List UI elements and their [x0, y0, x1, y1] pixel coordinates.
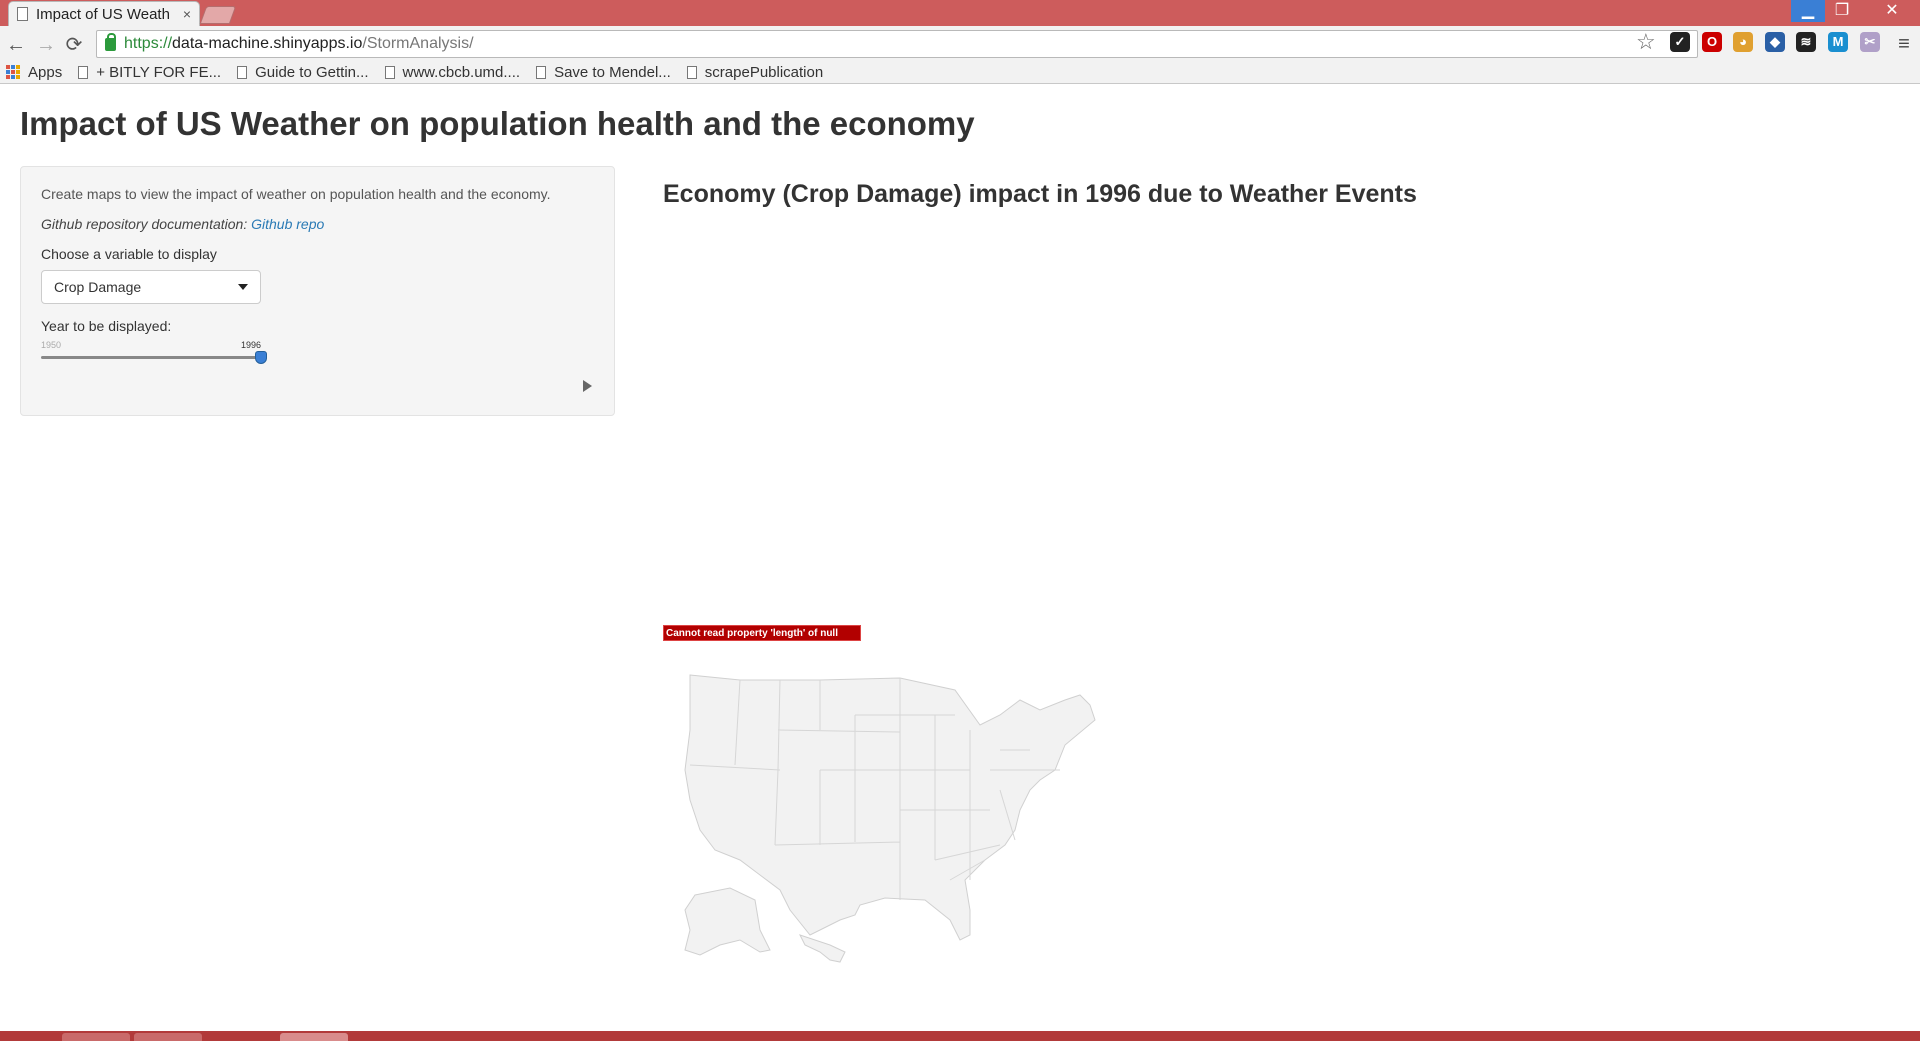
bookmark-item[interactable]: Apps — [6, 64, 62, 81]
bookmark-item[interactable]: Guide to Gettin... — [237, 63, 369, 81]
year-current-label: 1996 — [241, 340, 262, 350]
year-label: Year to be displayed: — [41, 318, 172, 334]
slider-handle[interactable] — [255, 351, 267, 364]
doc-icon — [536, 65, 547, 79]
repo-link[interactable]: Github repo — [251, 216, 324, 232]
bookmark-item[interactable]: + BITLY FOR FE... — [78, 64, 221, 81]
doc-icon — [78, 65, 89, 79]
map-heading: Economy (Crop Damage) impact in 1996 due… — [663, 180, 1417, 208]
apps-icon — [6, 65, 20, 79]
sidebar-description: Create maps to view the impact of weathe… — [41, 186, 551, 202]
bookmark-item[interactable]: scrapePublication — [686, 63, 824, 81]
bookmark-label: scrapePublication — [704, 63, 824, 81]
taskbar-item-chrome[interactable] — [62, 1033, 130, 1041]
clip-icon[interactable]: ✂ — [1860, 32, 1880, 52]
opera-icon[interactable]: O — [1702, 32, 1722, 52]
slider-track[interactable] — [41, 356, 262, 359]
norton-icon[interactable]: ✓ — [1670, 32, 1690, 52]
variable-label: Choose a variable to display — [41, 246, 217, 262]
close-window-button[interactable]: ✕ — [1868, 0, 1916, 22]
menu-icon[interactable]: ≡ — [1892, 32, 1916, 56]
url-path: /StormAnalysis/ — [362, 35, 474, 52]
alaska-shape — [684, 887, 771, 956]
browser-tab[interactable]: Impact of US Weath × — [8, 1, 200, 26]
close-tab-icon[interactable]: × — [183, 6, 191, 22]
bookmark-label: Guide to Gettin... — [255, 63, 369, 81]
bookmarks-bar: Apps + BITLY FOR FE... Guide to Gettin... w… — [0, 60, 1920, 84]
new-tab-button[interactable] — [199, 6, 237, 24]
lock-icon — [105, 32, 116, 51]
repo-label: Github repository documentation: — [41, 216, 252, 232]
address-bar[interactable]: https:// data-machine.shinyapps.io /Stor… — [96, 30, 1698, 58]
tab-title: Impact of US Weath — [36, 5, 170, 23]
bookmark-label: Apps — [28, 63, 63, 81]
chevron-down-icon — [238, 284, 248, 290]
bookmark-item[interactable]: www.cbcb.umd.... — [384, 63, 521, 81]
bookmark-label: + BITLY FOR FE... — [96, 63, 222, 81]
buffer-icon[interactable]: ≋ — [1796, 32, 1816, 52]
bookmark-label: www.cbcb.umd.... — [402, 63, 521, 81]
mendeley-icon[interactable]: M — [1828, 32, 1848, 52]
bookmark-item[interactable]: Save to Mendel... — [536, 64, 671, 81]
doc-icon — [686, 65, 697, 79]
repo-line: Github repository documentation: Github … — [41, 216, 594, 232]
bookmark-label: Save to Mendel... — [554, 63, 671, 81]
sidebar-panel: Create maps to view the impact of weathe… — [20, 166, 615, 416]
taskbar-item-explorer[interactable] — [134, 1033, 202, 1041]
forward-button[interactable]: → — [34, 33, 58, 57]
page-icon — [17, 7, 28, 21]
extension-icon[interactable]: ◆ — [1765, 32, 1785, 52]
bookmark-star-icon[interactable]: ☆ — [1636, 29, 1656, 55]
minimize-button[interactable]: ▁ — [1791, 0, 1825, 22]
year-min-label: 1950 — [41, 340, 62, 350]
title-bar: Impact of US Weath × ▁ ❐ ✕ — [0, 0, 1920, 26]
error-message: Cannot read property 'length' of null — [663, 625, 861, 641]
doc-icon — [384, 65, 395, 79]
reload-button[interactable]: ⟳ — [62, 33, 86, 57]
variable-selected: Crop Damage — [54, 279, 142, 295]
us-states-map — [684, 674, 1096, 963]
shiny-app: Impact of US Weather on population healt… — [0, 85, 1920, 1031]
year-slider[interactable]: 1950 1996 — [41, 340, 271, 374]
url-host: data-machine.shinyapps.io — [172, 35, 363, 52]
back-button[interactable]: ← — [4, 33, 28, 57]
doc-icon — [237, 65, 248, 79]
taskbar-item-active[interactable] — [280, 1033, 348, 1041]
variable-select[interactable]: Crop Damage — [41, 270, 261, 304]
page-title: Impact of US Weather on population healt… — [20, 105, 975, 142]
url-scheme: https:// — [124, 35, 173, 52]
maximize-button[interactable]: ❐ — [1825, 0, 1859, 22]
cookie-icon[interactable]: ◕ — [1733, 32, 1753, 52]
play-icon[interactable] — [583, 380, 592, 392]
hawaii-shape — [799, 934, 846, 963]
